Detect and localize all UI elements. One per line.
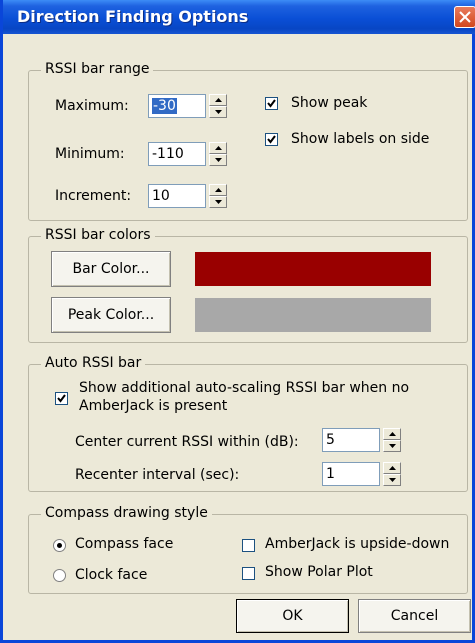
maximum-label: Maximum: [55, 98, 129, 114]
increment-up-arrow[interactable] [209, 184, 227, 196]
increment-label: Increment: [55, 188, 132, 204]
checkmark-icon [267, 135, 276, 144]
minimum-label: Minimum: [55, 146, 125, 162]
show-labels-label[interactable]: Show labels on side [291, 131, 429, 147]
show-auto-rssi-checkbox[interactable] [55, 392, 68, 405]
center-rssi-down-arrow[interactable] [383, 440, 401, 452]
increment-input[interactable]: 10 [148, 184, 206, 208]
arrow-up-icon [215, 188, 222, 192]
arrow-up-icon [215, 98, 222, 102]
center-rssi-up-arrow[interactable] [383, 428, 401, 440]
clock-face-radio[interactable] [53, 569, 66, 582]
show-labels-checkbox[interactable] [265, 133, 278, 146]
arrow-down-icon [215, 200, 222, 204]
recenter-interval-spinner[interactable]: 1 [322, 462, 406, 486]
recenter-down-arrow[interactable] [383, 474, 401, 486]
maximum-input[interactable]: -30 [148, 94, 206, 118]
maximum-spinner[interactable]: -30 [148, 94, 232, 118]
window-title: Direction Finding Options [17, 7, 249, 26]
peak-color-button-label: Peak Color... [67, 307, 155, 323]
arrow-down-icon [215, 110, 222, 114]
rssi-colors-group-label: RSSI bar colors [41, 227, 155, 243]
auto-rssi-group-label: Auto RSSI bar [41, 355, 146, 371]
arrow-down-icon [215, 158, 222, 162]
peak-color-swatch [195, 298, 431, 332]
ok-button-label: OK [282, 608, 303, 624]
show-auto-rssi-label-line1[interactable]: Show additional auto-scaling RSSI bar wh… [79, 380, 409, 396]
minimum-input[interactable]: -110 [148, 142, 206, 166]
cancel-button[interactable]: Cancel [358, 599, 471, 633]
maximum-up-arrow[interactable] [209, 94, 227, 106]
show-peak-checkbox[interactable] [265, 97, 278, 110]
clock-face-label[interactable]: Clock face [75, 567, 147, 583]
checkmark-icon [57, 394, 66, 403]
arrow-down-icon [389, 444, 396, 448]
minimum-up-arrow[interactable] [209, 142, 227, 154]
polar-plot-label[interactable]: Show Polar Plot [265, 564, 373, 580]
center-rssi-input[interactable]: 5 [322, 428, 380, 452]
maximum-value: -30 [152, 98, 177, 114]
rssi-range-group-label: RSSI bar range [41, 61, 154, 77]
peak-color-button[interactable]: Peak Color... [51, 297, 171, 333]
minimum-down-arrow[interactable] [209, 154, 227, 166]
recenter-up-arrow[interactable] [383, 462, 401, 474]
polar-plot-checkbox[interactable] [242, 567, 255, 580]
center-rssi-label: Center current RSSI within (dB): [75, 434, 299, 450]
recenter-interval-label: Recenter interval (sec): [75, 467, 240, 483]
arrow-up-icon [389, 466, 396, 470]
bar-color-button-label: Bar Color... [72, 261, 150, 277]
center-rssi-spinner[interactable]: 5 [322, 428, 406, 452]
increment-spinner[interactable]: 10 [148, 184, 232, 208]
cancel-button-label: Cancel [390, 608, 439, 624]
recenter-interval-input[interactable]: 1 [322, 462, 380, 486]
minimum-spinner[interactable]: -110 [148, 142, 232, 166]
close-icon [459, 11, 471, 23]
upside-down-checkbox[interactable] [242, 539, 255, 552]
close-button[interactable] [454, 6, 475, 28]
compass-style-group-label: Compass drawing style [41, 505, 212, 521]
increment-down-arrow[interactable] [209, 196, 227, 208]
upside-down-label[interactable]: AmberJack is upside-down [265, 536, 449, 552]
arrow-up-icon [389, 432, 396, 436]
bar-color-button[interactable]: Bar Color... [51, 251, 171, 287]
title-bar[interactable]: Direction Finding Options [3, 0, 475, 34]
checkmark-icon [267, 99, 276, 108]
show-peak-label[interactable]: Show peak [291, 95, 367, 111]
arrow-down-icon [389, 478, 396, 482]
show-auto-rssi-label-line2[interactable]: AmberJack is present [79, 398, 227, 414]
bar-color-swatch [195, 252, 431, 286]
maximum-down-arrow[interactable] [209, 106, 227, 118]
compass-face-label[interactable]: Compass face [75, 536, 173, 552]
arrow-up-icon [215, 146, 222, 150]
compass-face-radio[interactable] [53, 539, 66, 552]
ok-button[interactable]: OK [236, 599, 349, 633]
dialog-window: Direction Finding Options RSSI bar range… [0, 0, 475, 643]
